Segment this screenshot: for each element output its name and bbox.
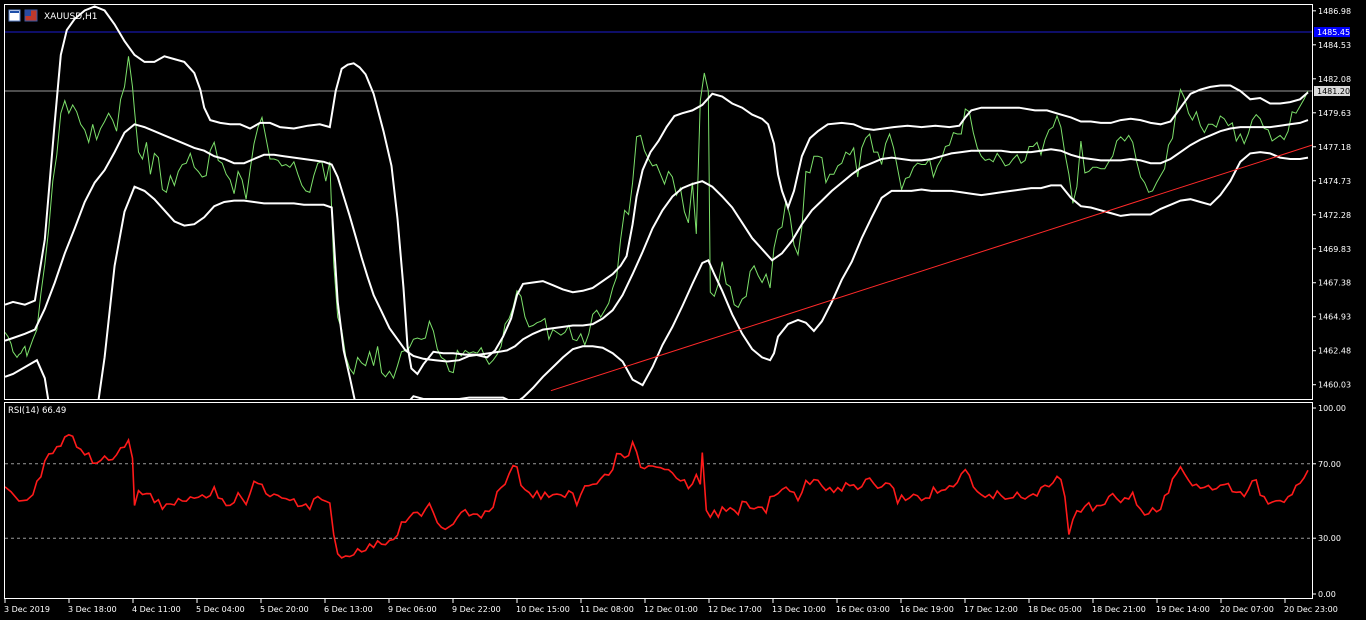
- rsi-label: RSI(14) 66.49: [8, 406, 66, 416]
- rsi-tick-label: 0.00: [1318, 590, 1336, 599]
- y-tick-label: 1464.93: [1318, 313, 1351, 322]
- x-tick-label: 18 Dec 21:00: [1092, 605, 1146, 614]
- x-tick-label: 20 Dec 23:00: [1284, 605, 1338, 614]
- flag-icon-canton: [25, 10, 31, 16]
- x-tick-label: 3 Dec 18:00: [68, 605, 117, 614]
- rsi-tick-label: 70.00: [1318, 460, 1341, 469]
- x-tick-label: 9 Dec 22:00: [452, 605, 501, 614]
- y-tick-label: 1467.38: [1318, 279, 1351, 288]
- x-tick-label: 18 Dec 05:00: [1028, 605, 1082, 614]
- x-tick-label: 19 Dec 14:00: [1156, 605, 1210, 614]
- y-tick-label: 1474.73: [1318, 177, 1351, 186]
- x-tick-label: 13 Dec 10:00: [772, 605, 826, 614]
- x-tick-label: 12 Dec 01:00: [644, 605, 698, 614]
- x-tick-label: 10 Dec 15:00: [516, 605, 570, 614]
- x-tick-label: 12 Dec 17:00: [708, 605, 762, 614]
- chart-canvas: XAUUSD,H1 RSI(14) 66.49 1486.98 1484.53 14…: [0, 0, 1366, 620]
- y-tick-label: 1479.63: [1318, 109, 1351, 118]
- y-tick-label: 1484.53: [1318, 41, 1351, 50]
- chart-window-icon-bar: [10, 11, 19, 13]
- x-tick-label: 5 Dec 04:00: [196, 605, 245, 614]
- current-price-tag-label: 1481.20: [1317, 87, 1350, 96]
- y-tick-label: 1486.98: [1318, 7, 1351, 16]
- y-tick-label: 1477.18: [1318, 143, 1351, 152]
- x-tick-label: 16 Dec 19:00: [900, 605, 954, 614]
- y-tick-label: 1462.48: [1318, 347, 1351, 356]
- rsi-tick-label: 30.00: [1318, 534, 1341, 543]
- x-tick-label: 20 Dec 07:00: [1220, 605, 1274, 614]
- x-tick-label: 9 Dec 06:00: [388, 605, 437, 614]
- y-tick-label: 1482.08: [1318, 75, 1351, 84]
- x-tick-label: 16 Dec 03:00: [836, 605, 890, 614]
- symbol-label: XAUUSD,H1: [44, 12, 98, 22]
- rsi-tick-label: 100.00: [1318, 404, 1346, 413]
- x-tick-label: 4 Dec 11:00: [132, 605, 181, 614]
- level-price-tag-label: 1485.45: [1317, 28, 1350, 37]
- x-tick-label: 17 Dec 12:00: [964, 605, 1018, 614]
- x-tick-label: 3 Dec 2019: [4, 605, 50, 614]
- x-tick-label: 5 Dec 20:00: [260, 605, 309, 614]
- y-tick-label: 1460.03: [1318, 381, 1351, 390]
- chart-background: [0, 0, 1366, 620]
- y-tick-label: 1472.28: [1318, 211, 1351, 220]
- y-tick-label: 1469.83: [1318, 245, 1351, 254]
- x-tick-label: 11 Dec 08:00: [580, 605, 634, 614]
- x-tick-label: 6 Dec 13:00: [324, 605, 373, 614]
